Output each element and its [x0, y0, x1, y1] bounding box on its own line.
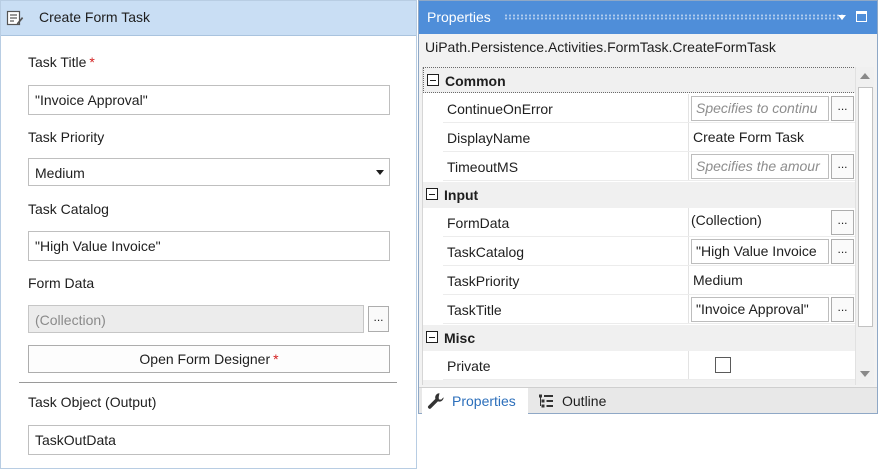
drag-grip[interactable]: [504, 14, 844, 20]
create-form-task-activity[interactable]: Create Form Task Task Title * "Invoice Ap…: [0, 0, 417, 469]
property-row-taskpriority[interactable]: TaskPriority Medium: [443, 266, 855, 295]
form-data-label: Form Data: [28, 275, 95, 291]
category-input[interactable]: Input: [423, 182, 855, 208]
tasktitle-input[interactable]: "Invoice Approval": [691, 297, 829, 322]
chevron-down-icon: [376, 170, 384, 175]
property-row-displayname[interactable]: DisplayName Create Form Task: [443, 123, 855, 152]
timeoutms-input[interactable]: Specifies the amour: [691, 154, 829, 179]
panel-menu-chevron-icon[interactable]: [838, 15, 846, 20]
property-grid[interactable]: Common ContinueOnError Specifies to cont…: [422, 67, 855, 385]
tab-properties[interactable]: Properties: [422, 388, 528, 414]
form-data-ellipsis-button[interactable]: ...: [368, 306, 389, 332]
maximize-icon[interactable]: [856, 11, 867, 22]
task-priority-dropdown[interactable]: Medium: [28, 158, 390, 186]
property-grid-scrollbar[interactable]: [855, 67, 874, 385]
tasktitle-ellipsis-button[interactable]: ...: [831, 297, 854, 322]
task-object-label: Task Object (Output): [28, 394, 157, 410]
selected-activity-type: UiPath.Persistence.Activities.FormTask.C…: [425, 39, 776, 55]
displayname-value[interactable]: Create Form Task: [693, 129, 804, 145]
scroll-down-icon[interactable]: [860, 371, 870, 377]
private-checkbox[interactable]: [715, 357, 731, 373]
task-priority-value: Medium: [35, 165, 85, 181]
properties-panel[interactable]: Properties UiPath.Persistence.Activities…: [418, 0, 878, 414]
panel-tabs: Properties Outline: [419, 387, 877, 414]
task-title-label: Task Title *: [28, 54, 95, 70]
property-row-tasktitle[interactable]: TaskTitle "Invoice Approval" ...: [443, 295, 855, 324]
form-data-input: (Collection): [28, 305, 364, 333]
taskcatalog-ellipsis-button[interactable]: ...: [831, 239, 854, 264]
continueonerror-input[interactable]: Specifies to continu: [691, 96, 829, 121]
activity-header[interactable]: Create Form Task: [1, 1, 416, 36]
property-row-continueonerror[interactable]: ContinueOnError Specifies to continu ...: [443, 94, 855, 123]
task-catalog-input[interactable]: "High Value Invoice": [28, 231, 390, 261]
taskpriority-value[interactable]: Medium: [693, 272, 743, 288]
collapse-icon[interactable]: [426, 188, 438, 200]
open-form-designer-button[interactable]: Open Form Designer *: [28, 345, 390, 373]
category-common[interactable]: Common: [423, 67, 855, 93]
property-row-timeoutms[interactable]: TimeoutMS Specifies the amour ...: [443, 152, 855, 181]
timeoutms-ellipsis-button[interactable]: ...: [831, 154, 854, 179]
property-row-taskcatalog[interactable]: TaskCatalog "High Value Invoice ...: [443, 237, 855, 266]
task-catalog-label: Task Catalog: [28, 201, 109, 217]
required-mark: *: [89, 54, 95, 70]
properties-title: Properties: [427, 9, 491, 25]
activity-title: Create Form Task: [39, 9, 150, 25]
outline-tree-icon: [539, 394, 553, 408]
collapse-icon[interactable]: [427, 74, 439, 86]
taskcatalog-input[interactable]: "High Value Invoice: [691, 239, 829, 264]
task-priority-label: Task Priority: [28, 129, 105, 145]
section-divider: [19, 382, 397, 383]
required-mark: *: [273, 351, 279, 367]
properties-title-bar[interactable]: Properties: [419, 1, 877, 34]
category-partial: [423, 380, 855, 385]
task-object-input[interactable]: TaskOutData: [28, 425, 390, 455]
collapse-icon[interactable]: [426, 331, 438, 343]
continueonerror-ellipsis-button[interactable]: ...: [831, 96, 854, 121]
scroll-thumb[interactable]: [858, 87, 873, 327]
formdata-ellipsis-button[interactable]: ...: [831, 210, 854, 235]
task-title-input[interactable]: "Invoice Approval": [28, 85, 390, 115]
form-task-icon: [6, 10, 24, 26]
category-misc[interactable]: Misc: [423, 325, 855, 351]
tab-outline[interactable]: Outline: [532, 388, 622, 414]
formdata-value[interactable]: (Collection): [691, 212, 762, 228]
wrench-icon: [427, 393, 444, 409]
scroll-up-icon[interactable]: [860, 73, 870, 79]
property-row-private[interactable]: Private: [443, 351, 855, 380]
property-row-formdata[interactable]: FormData (Collection) ...: [443, 208, 855, 237]
